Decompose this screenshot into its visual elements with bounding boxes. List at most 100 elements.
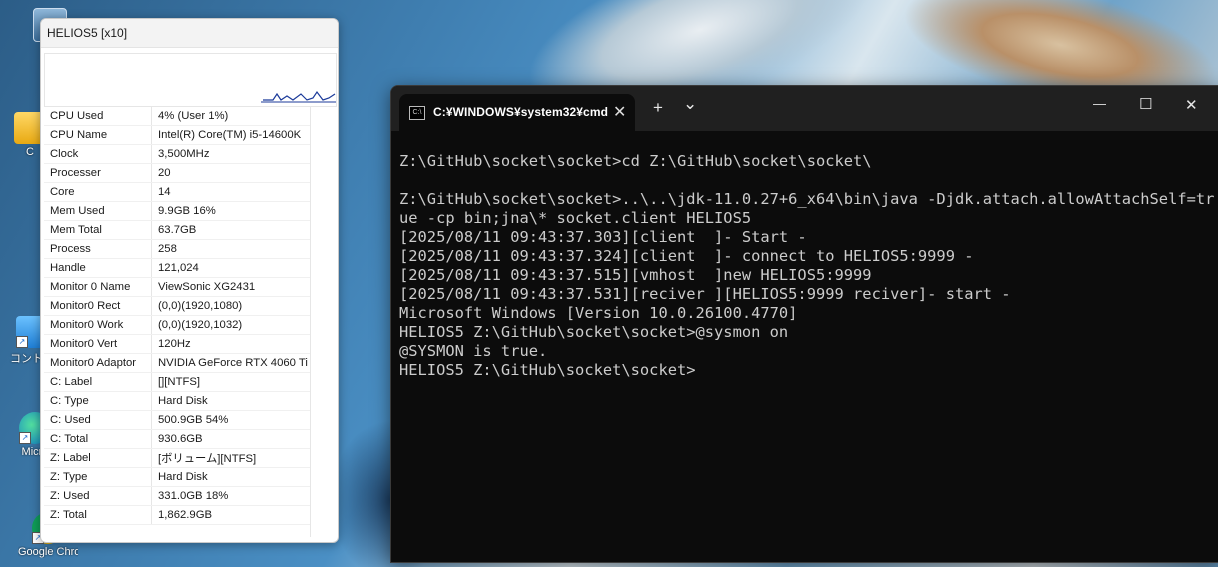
sysmon-row: Monitor 0 Name ViewSonic XG2431	[44, 277, 310, 297]
sysmon-row: C: Label [][NTFS]	[44, 372, 310, 392]
desktop-icon-label: Google Chrome	[18, 546, 78, 558]
sysmon-row: Monitor0 Adaptor NVIDIA GeForce RTX 4060 …	[44, 353, 310, 373]
sysmon-row: Core 14	[44, 182, 310, 202]
sysmon-value: NVIDIA GeForce RTX 4060 Ti	[151, 353, 310, 373]
terminal-output[interactable]: Z:\GitHub\socket\socket>cd Z:\GitHub\soc…	[399, 152, 1215, 380]
sysmon-value: 3,500MHz	[151, 144, 310, 164]
sysmon-key: Clock	[44, 144, 152, 164]
terminal-line: HELIOS5 Z:\GitHub\socket\socket>@sysmon …	[399, 323, 789, 341]
sysmon-key: Monitor0 Rect	[44, 296, 152, 316]
sysmon-key: Monitor0 Adaptor	[44, 353, 152, 373]
sysmon-key: C: Type	[44, 391, 152, 411]
sysmon-key: Z: Label	[44, 448, 152, 468]
sysmon-value: [ボリューム][NTFS]	[151, 448, 310, 468]
minimize-button[interactable]: —	[1093, 96, 1106, 111]
sysmon-value: 4% (User 1%)	[151, 107, 310, 126]
tab-cmd[interactable]: C:\ C:¥WINDOWS¥system32¥cmd ✕	[399, 94, 635, 131]
terminal-window[interactable]: C:\ C:¥WINDOWS¥system32¥cmd ✕ + ⌄ — ☐ ✕ …	[390, 85, 1218, 563]
sysmon-row: Z: Type Hard Disk	[44, 467, 310, 487]
cpu-usage-graph	[44, 53, 337, 107]
terminal-line: [2025/08/11 09:43:37.324][client ]- conn…	[399, 247, 974, 265]
sysmon-value: 9.9GB 16%	[151, 201, 310, 221]
shortcut-arrow-icon: ↗	[16, 336, 28, 348]
sysmon-row: Monitor0 Rect (0,0)(1920,1080)	[44, 296, 310, 316]
sysmon-row: Mem Used 9.9GB 16%	[44, 201, 310, 221]
sysmon-row: CPU Name Intel(R) Core(TM) i5-14600K	[44, 125, 310, 145]
sysmon-value: (0,0)(1920,1032)	[151, 315, 310, 335]
terminal-line: [2025/08/11 09:43:37.303][client ]- Star…	[399, 228, 807, 246]
sysmon-value: (0,0)(1920,1080)	[151, 296, 310, 316]
sysmon-key: Core	[44, 182, 152, 202]
sysmon-key: Monitor 0 Name	[44, 277, 152, 297]
sysmon-value: 20	[151, 163, 310, 183]
sysmon-value: 14	[151, 182, 310, 202]
sysmon-value: 121,024	[151, 258, 310, 278]
terminal-line: @SYSMON is true.	[399, 342, 548, 360]
sysmon-value: Hard Disk	[151, 467, 310, 487]
sysmon-value: 331.0GB 18%	[151, 486, 310, 506]
tab-title: C:¥WINDOWS¥system32¥cmd	[433, 105, 609, 119]
sysmon-key: C: Label	[44, 372, 152, 392]
sysmon-key: Process	[44, 239, 152, 259]
sysmon-key: CPU Name	[44, 125, 152, 145]
terminal-line: [2025/08/11 09:43:37.531][reciver ][HELI…	[399, 285, 1011, 303]
sysmon-value: Hard Disk	[151, 391, 310, 411]
sysmon-scrollbar[interactable]	[310, 107, 335, 537]
sysmon-table: CPU Used 4% (User 1%) CPU Name Intel(R) Cor…	[44, 107, 310, 525]
sysmon-key: C: Used	[44, 410, 152, 430]
sysmon-key: Z: Total	[44, 505, 152, 525]
tab-close-icon[interactable]: ✕	[613, 102, 626, 122]
sysmon-value: 1,862.9GB	[151, 505, 310, 525]
terminal-titlebar[interactable]: C:\ C:¥WINDOWS¥system32¥cmd ✕ + ⌄ — ☐ ✕	[391, 86, 1218, 131]
sysmon-key: Mem Total	[44, 220, 152, 240]
sysmon-row: C: Type Hard Disk	[44, 391, 310, 411]
sysmon-row: Clock 3,500MHz	[44, 144, 310, 164]
sysmon-value: 500.9GB 54%	[151, 410, 310, 430]
sysmon-key: Monitor0 Vert	[44, 334, 152, 354]
sysmon-value: [][NTFS]	[151, 372, 310, 392]
sysmon-value: 930.6GB	[151, 429, 310, 449]
sysmon-key: CPU Used	[44, 107, 152, 126]
sysmon-key: Processer	[44, 163, 152, 183]
sysmon-title: HELIOS5 [x10]	[41, 19, 338, 48]
close-button[interactable]: ✕	[1185, 96, 1198, 114]
sysmon-value: 258	[151, 239, 310, 259]
sysmon-row: Process 258	[44, 239, 310, 259]
sysmon-key: Handle	[44, 258, 152, 278]
terminal-line: Z:\GitHub\socket\socket>cd Z:\GitHub\soc…	[399, 152, 872, 170]
sysmon-row: C: Total 930.6GB	[44, 429, 310, 449]
sysmon-value: ViewSonic XG2431	[151, 277, 310, 297]
sysmon-window[interactable]: HELIOS5 [x10] CPU Used 4% (User 1%) CPU Na…	[40, 18, 339, 543]
sysmon-row: C: Used 500.9GB 54%	[44, 410, 310, 430]
terminal-line: ue -cp bin;jna\* socket.client HELIOS5	[399, 209, 752, 227]
sysmon-row: Handle 121,024	[44, 258, 310, 278]
chevron-down-icon[interactable]: ⌄	[683, 94, 697, 114]
shortcut-arrow-icon: ↗	[19, 432, 31, 444]
sysmon-key: Z: Type	[44, 467, 152, 487]
sysmon-key: Z: Used	[44, 486, 152, 506]
sysmon-row: Mem Total 63.7GB	[44, 220, 310, 240]
sysmon-key: Mem Used	[44, 201, 152, 221]
maximize-button[interactable]: ☐	[1139, 95, 1152, 113]
sysmon-value: Intel(R) Core(TM) i5-14600K	[151, 125, 310, 145]
sysmon-row: Processer 20	[44, 163, 310, 183]
terminal-line: HELIOS5 Z:\GitHub\socket\socket>	[399, 361, 696, 379]
sysmon-value: 120Hz	[151, 334, 310, 354]
sysmon-row: Z: Label [ボリューム][NTFS]	[44, 448, 310, 468]
cpu-graph-svg	[261, 90, 336, 103]
sysmon-key: Monitor0 Work	[44, 315, 152, 335]
sysmon-key: C: Total	[44, 429, 152, 449]
terminal-line: [2025/08/11 09:43:37.515][vmhost ]new HE…	[399, 266, 872, 284]
terminal-line: Z:\GitHub\socket\socket>..\..\jdk-11.0.2…	[399, 190, 1215, 208]
sysmon-value: 63.7GB	[151, 220, 310, 240]
terminal-line: Microsoft Windows [Version 10.0.26100.47…	[399, 304, 798, 322]
sysmon-row: Monitor0 Work (0,0)(1920,1032)	[44, 315, 310, 335]
cmd-icon: C:\	[409, 106, 425, 120]
sysmon-row: Z: Total 1,862.9GB	[44, 505, 310, 525]
sysmon-row: Z: Used 331.0GB 18%	[44, 486, 310, 506]
sysmon-row: Monitor0 Vert 120Hz	[44, 334, 310, 354]
new-tab-button[interactable]: +	[653, 98, 663, 118]
cpu-graph-line	[263, 90, 336, 101]
sysmon-row: CPU Used 4% (User 1%)	[44, 107, 310, 126]
